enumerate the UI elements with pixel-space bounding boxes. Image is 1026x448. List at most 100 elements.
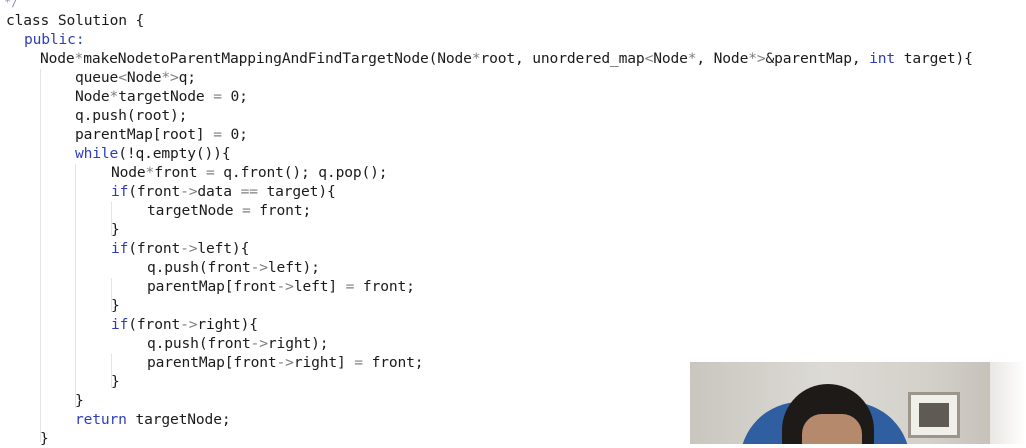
code-line[interactable]: class Solution {: [6, 11, 144, 30]
code-token: (front: [128, 316, 181, 333]
code-token: =: [354, 354, 363, 371]
code-token: right]: [293, 354, 355, 371]
code-line[interactable]: }: [111, 372, 120, 391]
code-token: *: [145, 164, 155, 181]
code-token: target){: [257, 183, 336, 200]
code-token: parentMap[front: [147, 354, 277, 371]
code-keyword: int: [869, 50, 896, 67]
code-line[interactable]: }: [111, 296, 120, 315]
code-token: Node: [40, 50, 75, 67]
code-line[interactable]: }: [75, 391, 84, 410]
code-token: <: [118, 69, 127, 86]
code-keyword: if: [111, 240, 129, 257]
code-token: parentMap[front: [147, 278, 277, 295]
code-token: =: [213, 126, 222, 143]
indent-guide: [40, 69, 41, 442]
code-token: data: [197, 183, 241, 200]
code-token: 0;: [221, 126, 248, 143]
code-token: ->: [180, 316, 198, 333]
code-token: =: [345, 278, 355, 295]
code-token: q.push(front: [147, 259, 251, 276]
code-line[interactable]: queue<Node*>q;: [75, 68, 196, 87]
code-token: right);: [267, 335, 329, 352]
code-token: ->: [180, 240, 198, 257]
code-token: q.push(front: [147, 335, 251, 352]
code-token: ->: [250, 259, 268, 276]
code-token: ->: [250, 335, 268, 352]
code-token: ==: [240, 183, 258, 200]
code-token: ->: [180, 183, 198, 200]
code-line[interactable]: if(front->right){: [111, 315, 258, 334]
code-line[interactable]: }: [40, 429, 49, 448]
code-token: =: [206, 164, 215, 181]
code-token: =: [213, 88, 222, 105]
code-keyword: public:: [24, 31, 85, 48]
code-token: }: [111, 373, 120, 390]
comment-fragment: */: [4, 0, 19, 9]
code-token: left]: [293, 278, 346, 295]
code-keyword: while: [75, 145, 119, 162]
code-line[interactable]: Node*front = q.front(); q.pop();: [111, 163, 388, 182]
indent-guide: [75, 164, 76, 408]
code-token: *: [109, 88, 119, 105]
code-line[interactable]: public:: [24, 30, 85, 49]
code-token: , Node: [696, 50, 749, 67]
code-token: (front: [128, 240, 181, 257]
code-line[interactable]: }: [111, 220, 120, 239]
code-line[interactable]: while(!q.empty()){: [75, 144, 231, 163]
code-token: front;: [250, 202, 312, 219]
code-token: Node: [75, 88, 110, 105]
code-keyword: return: [75, 411, 127, 428]
code-line[interactable]: return targetNode;: [75, 410, 231, 429]
code-token: queue: [75, 69, 119, 86]
code-token: }: [111, 297, 120, 314]
code-token: left);: [267, 259, 320, 276]
code-line[interactable]: if(front->left){: [111, 239, 249, 258]
code-token: }: [75, 392, 84, 409]
code-token: right){: [197, 316, 258, 333]
code-token: Node: [111, 164, 146, 181]
webcam-window: [990, 362, 1026, 444]
code-token: targetNode: [147, 202, 242, 219]
code-token: front;: [362, 354, 424, 371]
code-line[interactable]: if(front->data == target){: [111, 182, 336, 201]
code-token: Node: [126, 69, 162, 86]
code-token: (!q.empty()){: [118, 145, 231, 162]
code-line[interactable]: q.push(root);: [75, 106, 187, 125]
webcam-overlay: [690, 362, 1026, 444]
code-token: ->: [276, 354, 294, 371]
code-token: targetNode;: [126, 411, 231, 428]
code-line[interactable]: Node*targetNode = 0;: [75, 87, 248, 106]
code-token: *>: [161, 69, 179, 86]
code-token: q.push(root);: [75, 107, 188, 124]
code-token: q;: [178, 69, 196, 86]
code-token: }: [111, 221, 120, 238]
code-line[interactable]: q.push(front->left);: [147, 258, 320, 277]
code-token: class Solution {: [6, 12, 145, 29]
code-token: (front: [128, 183, 181, 200]
code-token: left){: [197, 240, 250, 257]
code-token: target){: [895, 50, 973, 67]
code-line[interactable]: parentMap[front->right] = front;: [147, 353, 424, 372]
code-token: *: [74, 50, 84, 67]
code-token: q.front(); q.pop();: [214, 164, 388, 181]
code-token: 0;: [221, 88, 248, 105]
code-line[interactable]: parentMap[root] = 0;: [75, 125, 248, 144]
code-line[interactable]: targetNode = front;: [147, 201, 311, 220]
code-token: makeNodetoParentMappingAndFindTargetNode…: [83, 50, 472, 67]
webcam-person-face: [802, 414, 862, 444]
code-keyword: if: [111, 183, 129, 200]
code-token: *>: [748, 50, 766, 67]
code-token: }: [40, 430, 49, 447]
code-token: <: [644, 50, 654, 67]
code-line[interactable]: parentMap[front->left] = front;: [147, 277, 415, 296]
code-keyword: if: [111, 316, 129, 333]
code-token: targetNode: [118, 88, 214, 105]
code-token: &parentMap,: [765, 50, 870, 67]
code-token: =: [242, 202, 251, 219]
code-token: front;: [354, 278, 415, 295]
code-token: Node: [653, 50, 688, 67]
code-line[interactable]: Node*makeNodetoParentMappingAndFindTarge…: [40, 49, 973, 68]
code-line[interactable]: q.push(front->right);: [147, 334, 329, 353]
code-token: parentMap[root]: [75, 126, 214, 143]
